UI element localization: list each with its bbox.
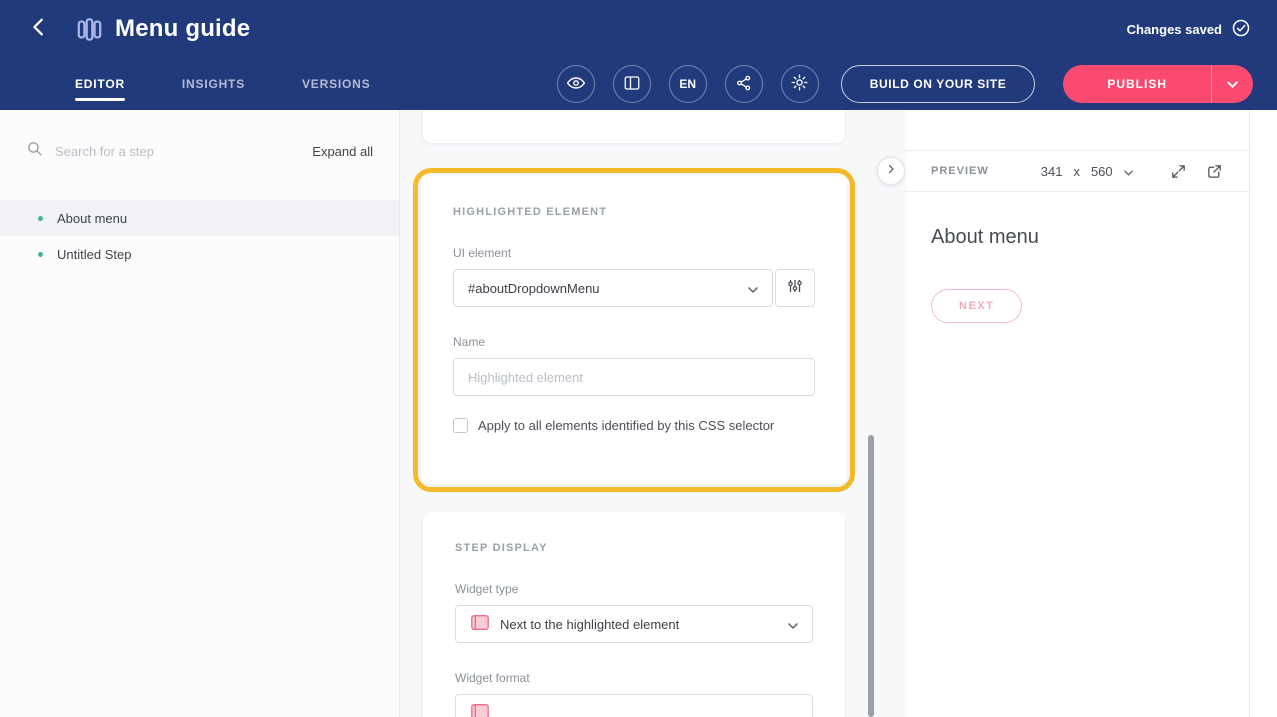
- tab-insights[interactable]: INSIGHTS: [182, 58, 245, 110]
- top-bar: Menu guide Changes saved EDITOR INSIGHTS…: [0, 0, 1277, 110]
- section-title: HIGHLIGHTED ELEMENT: [453, 206, 815, 218]
- layout-button[interactable]: [613, 65, 651, 103]
- changes-saved-status: Changes saved: [1127, 18, 1251, 41]
- widget-format-label: Widget format: [455, 671, 813, 685]
- open-in-new-icon: [1206, 163, 1223, 180]
- section-title: STEP DISPLAY: [455, 542, 813, 554]
- sliders-icon: [786, 277, 804, 300]
- build-on-your-site-button[interactable]: BUILD ON YOUR SITE: [841, 65, 1036, 103]
- widget-type-value: Next to the highlighted element: [500, 617, 679, 632]
- open-in-new-button[interactable]: [1206, 163, 1223, 180]
- eye-icon: [566, 73, 586, 96]
- preview-title: PREVIEW: [931, 165, 989, 177]
- search-step-input[interactable]: [55, 144, 300, 159]
- chevron-down-icon: [748, 281, 758, 296]
- expand-all-link[interactable]: Expand all: [312, 144, 373, 159]
- collapse-preview-button[interactable]: [877, 157, 905, 185]
- highlighted-element-card: HIGHLIGHTED ELEMENT UI element #aboutDro…: [421, 176, 847, 484]
- top-tabs: EDITOR INSIGHTS VERSIONS: [75, 58, 370, 110]
- gear-icon: [790, 73, 809, 95]
- page-title: Menu guide: [115, 15, 250, 43]
- step-item-about-menu[interactable]: About menu: [0, 200, 399, 236]
- step-item-untitled-step[interactable]: Untitled Step: [0, 236, 399, 272]
- card-partial-top: [423, 110, 845, 143]
- widget-tooltip-icon: [470, 614, 490, 634]
- next-button[interactable]: NEXT: [931, 289, 1022, 323]
- scrollbar-thumb[interactable]: [868, 435, 874, 717]
- widget-tooltip-icon: [470, 703, 490, 717]
- language-button[interactable]: EN: [669, 65, 707, 103]
- share-icon: [735, 74, 753, 95]
- app-logo-icon: [76, 16, 103, 43]
- tab-editor[interactable]: EDITOR: [75, 58, 125, 110]
- chevron-left-icon: [28, 16, 50, 43]
- highlighted-card-ring: HIGHLIGHTED ELEMENT UI element #aboutDro…: [413, 168, 855, 492]
- publish-button-group: PUBLISH: [1063, 65, 1253, 103]
- check-circle-icon: [1231, 18, 1251, 41]
- chevron-right-icon: [885, 162, 897, 180]
- preview-panel: PREVIEW 341 x 560 About menu NEXT: [905, 110, 1277, 717]
- preview-height-value: 560: [1091, 164, 1113, 179]
- widget-type-label: Widget type: [455, 582, 813, 596]
- apply-all-checkbox-label: Apply to all elements identified by this…: [478, 418, 774, 433]
- preview-size-select[interactable]: 341 x 560: [1041, 164, 1133, 179]
- preview-eye-button[interactable]: [557, 65, 595, 103]
- back-button[interactable]: [26, 16, 52, 42]
- chevron-down-icon: [788, 617, 798, 632]
- step-item-label: Untitled Step: [57, 247, 131, 262]
- step-item-label: About menu: [57, 211, 127, 226]
- tab-versions[interactable]: VERSIONS: [302, 58, 370, 110]
- editor-scroll-area: HIGHLIGHTED ELEMENT UI element #aboutDro…: [400, 110, 905, 717]
- step-status-dot: [38, 252, 43, 257]
- ui-element-value: #aboutDropdownMenu: [468, 281, 600, 296]
- settings-button[interactable]: [781, 65, 819, 103]
- widget-type-select[interactable]: Next to the highlighted element: [455, 605, 813, 643]
- widget-format-select[interactable]: [455, 694, 813, 717]
- chevron-down-icon: [1227, 75, 1238, 93]
- search-icon: [26, 140, 43, 162]
- language-label: EN: [679, 77, 696, 91]
- layout-panel-icon: [623, 74, 641, 95]
- expand-icon: [1170, 163, 1187, 180]
- share-button[interactable]: [725, 65, 763, 103]
- apply-all-checkbox-row[interactable]: Apply to all elements identified by this…: [453, 418, 815, 433]
- fullscreen-button[interactable]: [1170, 163, 1187, 180]
- publish-button[interactable]: PUBLISH: [1063, 65, 1211, 103]
- size-separator: x: [1073, 164, 1080, 179]
- highlighted-element-name-input[interactable]: [453, 358, 815, 396]
- preview-width-value: 341: [1041, 164, 1063, 179]
- name-label: Name: [453, 335, 815, 349]
- chevron-down-icon: [1124, 164, 1133, 179]
- apply-all-checkbox[interactable]: [453, 418, 468, 433]
- element-picker-button[interactable]: [775, 269, 815, 307]
- ui-element-select[interactable]: #aboutDropdownMenu: [453, 269, 773, 307]
- step-list: About menu Untitled Step: [0, 200, 399, 272]
- step-display-card: STEP DISPLAY Widget type Next to the hig…: [423, 512, 845, 717]
- changes-saved-label: Changes saved: [1127, 22, 1222, 37]
- preview-header: PREVIEW 341 x 560: [905, 150, 1249, 192]
- preview-body: About menu NEXT: [905, 192, 1249, 357]
- ui-element-label: UI element: [453, 246, 815, 260]
- publish-dropdown-button[interactable]: [1211, 65, 1253, 103]
- steps-sidebar: Expand all About menu Untitled Step: [0, 110, 400, 717]
- step-status-dot: [38, 216, 43, 221]
- preview-step-heading: About menu: [931, 226, 1223, 249]
